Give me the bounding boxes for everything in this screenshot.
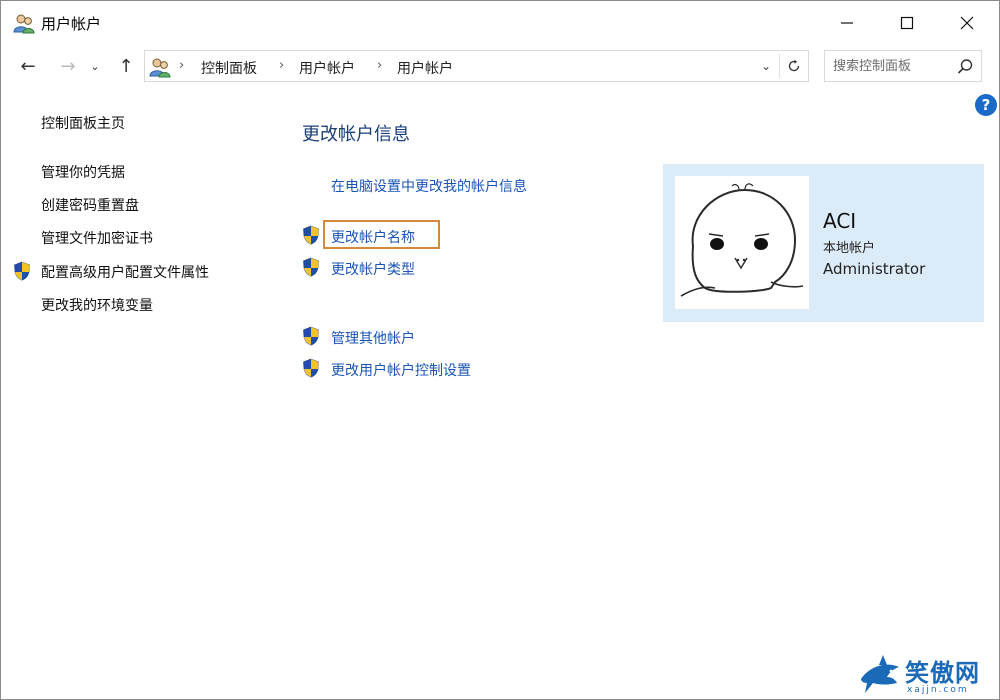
uac-shield-icon [303, 225, 319, 245]
left-nav-manage-credentials[interactable]: 管理你的凭据 [41, 162, 125, 182]
title-bar: 用户帐户 [1, 1, 999, 45]
task-change-account-type[interactable]: 更改帐户类型 [331, 259, 415, 279]
task-change-uac-settings[interactable]: 更改用户帐户控制设置 [331, 360, 471, 380]
users-icon [149, 58, 171, 78]
search-box[interactable] [824, 50, 982, 82]
left-nav-advanced-user-profile-properties[interactable]: 配置高级用户配置文件属性 [41, 262, 209, 282]
up-button[interactable]: ↑ [113, 53, 139, 79]
breadcrumb-separator-icon: › [179, 58, 185, 73]
search-input[interactable] [833, 57, 951, 75]
uac-shield-icon [303, 326, 319, 346]
account-type: 本地帐户 [823, 241, 876, 256]
watermark-url: xajjn.com [907, 685, 969, 695]
refresh-button[interactable] [779, 54, 807, 78]
left-nav-change-environment-variables[interactable]: 更改我的环境变量 [41, 295, 153, 315]
breadcrumb-user-accounts-current[interactable]: 用户帐户 [397, 58, 453, 78]
avatar [675, 176, 809, 309]
address-history-dropdown[interactable]: ⌄ [757, 59, 775, 75]
uac-shield-icon [303, 358, 319, 378]
breadcrumb-separator-icon: › [279, 58, 285, 73]
uac-shield-icon [14, 261, 30, 281]
maximize-icon [900, 16, 914, 30]
forward-button[interactable]: → [55, 53, 81, 79]
breadcrumb-user-accounts[interactable]: 用户帐户 [299, 58, 355, 78]
address-bar[interactable]: › 控制面板 › 用户帐户 › 用户帐户 ⌄ [144, 50, 809, 82]
navigation-bar: ← → ⌄ ↑ › 控制面板 › 用户帐户 › 用户帐户 ⌄ [1, 45, 999, 87]
task-change-account-name[interactable]: 更改帐户名称 [331, 227, 415, 247]
up-arrow-icon: ↑ [118, 55, 134, 77]
account-name: ACI [823, 209, 857, 233]
uac-shield-icon [303, 257, 319, 277]
chevron-down-icon: ⌄ [90, 59, 100, 73]
breadcrumb-control-panel[interactable]: 控制面板 [201, 58, 257, 78]
control-panel-window: 用户帐户 ← → ⌄ ↑ › 控制面板 › 用户帐户 › 用户帐户 ⌄ 搜索控制… [0, 0, 1000, 700]
watermark: 笑傲网 xajjn.com [857, 653, 997, 699]
refresh-icon [788, 59, 799, 72]
page-title: 更改帐户信息 [302, 124, 410, 145]
users-icon [13, 14, 35, 34]
minimize-button[interactable] [817, 1, 877, 45]
account-panel: ACI 本地帐户 Administrator [663, 164, 984, 322]
left-nav-control-panel-home[interactable]: 控制面板主页 [41, 113, 125, 133]
left-nav-manage-file-encryption-certificates[interactable]: 管理文件加密证书 [41, 228, 153, 248]
close-button[interactable] [937, 1, 997, 45]
recent-locations-button[interactable]: ⌄ [87, 53, 103, 79]
user-avatar-icon [680, 183, 804, 297]
search-icon [957, 59, 973, 74]
shark-logo-icon [861, 655, 899, 693]
back-button[interactable]: ← [15, 53, 41, 79]
task-manage-other-accounts[interactable]: 管理其他帐户 [331, 328, 415, 348]
left-nav-create-password-reset-disk[interactable]: 创建密码重置盘 [41, 195, 139, 215]
forward-arrow-icon: → [60, 55, 76, 77]
account-role: Administrator [823, 260, 926, 278]
breadcrumb-separator-icon: › [377, 58, 383, 73]
minimize-icon [841, 22, 853, 24]
maximize-button[interactable] [877, 1, 937, 45]
back-arrow-icon: ← [20, 55, 36, 77]
window-title: 用户帐户 [41, 15, 102, 33]
close-icon [960, 16, 974, 30]
help-button[interactable]: ? [975, 94, 997, 116]
watermark-text: 笑傲网 [905, 659, 980, 687]
task-change-account-info-in-pc-settings[interactable]: 在电脑设置中更改我的帐户信息 [331, 176, 527, 196]
